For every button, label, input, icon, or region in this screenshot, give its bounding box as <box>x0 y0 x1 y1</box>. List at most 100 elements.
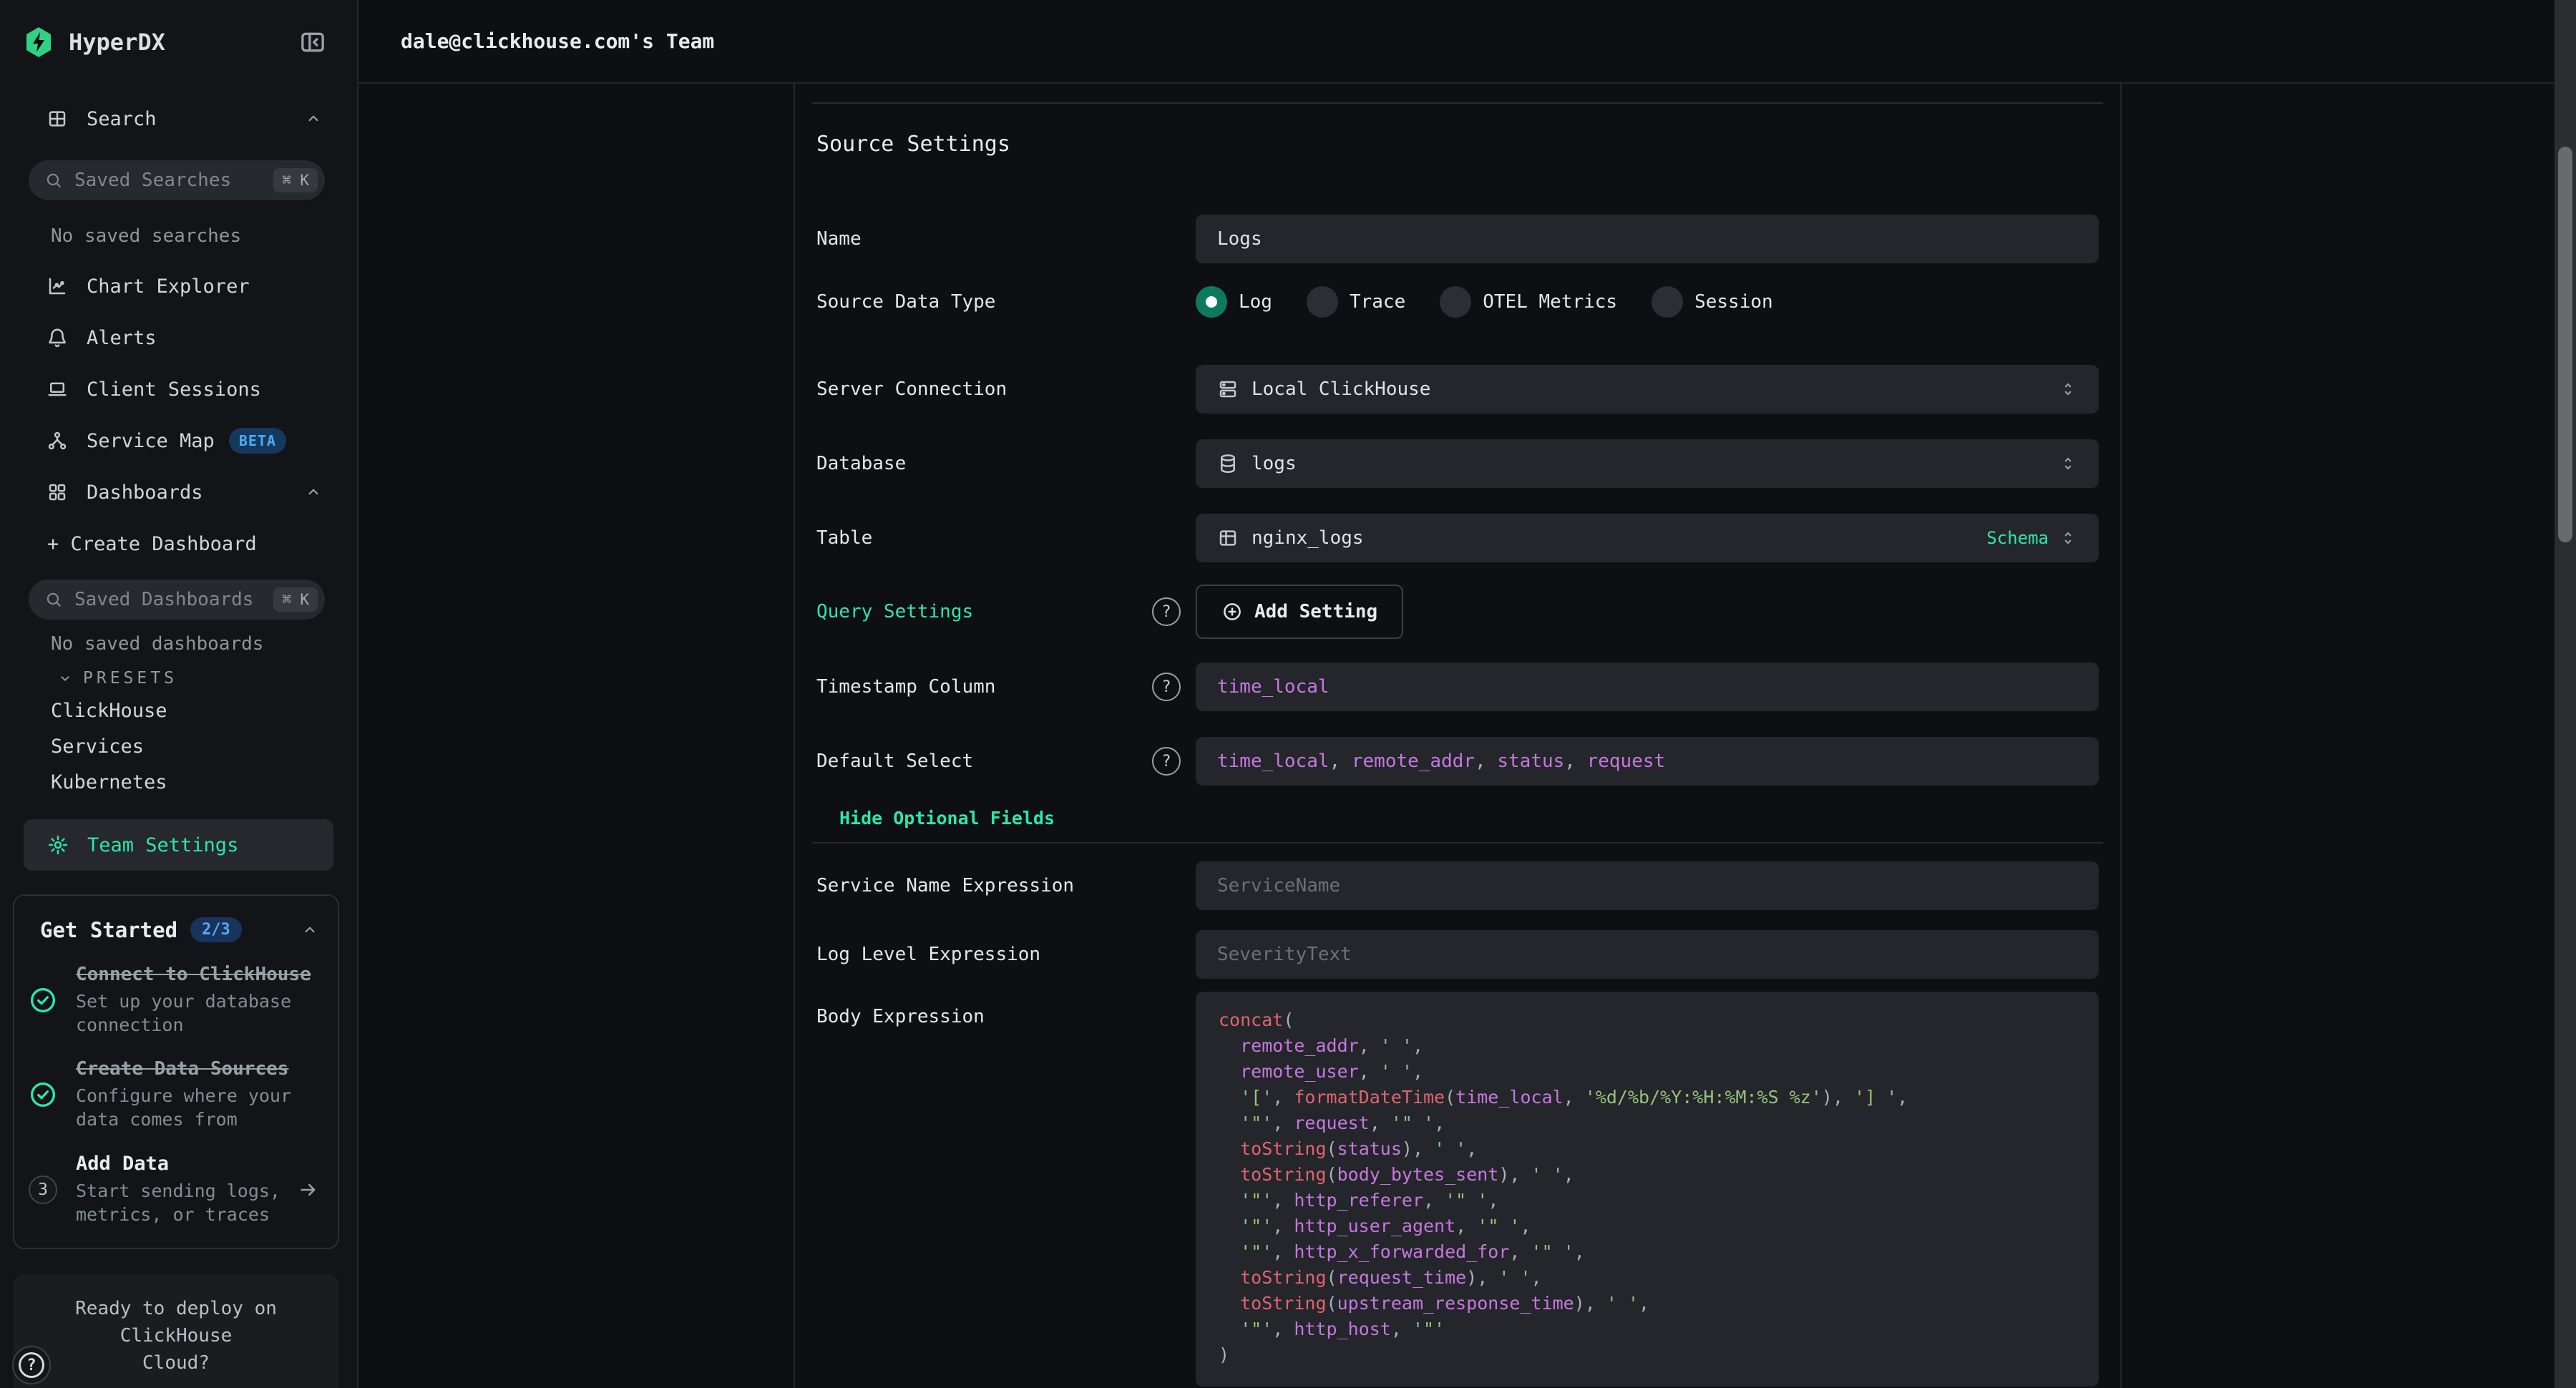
dashboards-icon <box>47 482 68 503</box>
saved-dashboards-shortcut: ⌘ K <box>273 587 318 612</box>
radio-circle[interactable] <box>1307 286 1338 318</box>
sidebar-collapse-icon[interactable] <box>297 28 328 57</box>
sidebar-preset-services[interactable]: Services <box>0 728 357 764</box>
help-icon[interactable]: ? <box>1152 597 1181 626</box>
check-circle-icon <box>29 1080 57 1109</box>
section-title: Source Settings <box>816 130 2099 159</box>
radio-option-log[interactable]: Log <box>1196 286 1272 318</box>
add-setting-button[interactable]: Add Setting <box>1196 585 1403 639</box>
radio-circle[interactable] <box>1652 286 1683 318</box>
radio-option-otel-metrics[interactable]: OTEL Metrics <box>1440 286 1617 318</box>
radio-option-session[interactable]: Session <box>1652 286 1773 318</box>
arrow-right-icon[interactable] <box>298 1179 319 1201</box>
page-header: dale@clickhouse.com's Team <box>358 0 2555 84</box>
default-select-value: time_local, remote_addr, status, request <box>1217 751 1665 772</box>
form-row-log-level: Log Level Expression SeverityText <box>816 930 2099 979</box>
log-level-placeholder: SeverityText <box>1217 944 1352 965</box>
search-icon <box>44 171 63 190</box>
sidebar-preset-clickhouse[interactable]: ClickHouse <box>0 693 357 728</box>
sidebar-item-label: Alerts <box>87 327 157 349</box>
chevrons-up-down-icon <box>2059 454 2077 473</box>
table-icon <box>1217 527 1239 549</box>
sidebar-item-chart-explorer[interactable]: Chart Explorer <box>0 260 357 312</box>
database-icon <box>1217 453 1239 474</box>
scrollbar-track[interactable] <box>2555 0 2576 1388</box>
app-root: HyperDX Search Saved Searches ⌘ K No sav… <box>0 0 2576 1388</box>
sidebar-item-label: Search <box>87 108 157 130</box>
sidebar-item-team-settings[interactable]: Team Settings <box>24 819 333 871</box>
log-level-label: Log Level Expression <box>816 944 1196 965</box>
default-select-input[interactable]: time_local, remote_addr, status, request <box>1196 737 2099 786</box>
check-circle-icon <box>29 986 57 1015</box>
form-row-default-select: Default Select ? time_local, remote_addr… <box>816 737 2099 786</box>
code-line: toString(request_time), ' ', <box>1219 1265 2076 1291</box>
code-line: '[', formatDateTime(time_local, '%d/%b/%… <box>1219 1085 2076 1110</box>
sidebar-item-client-sessions[interactable]: Client Sessions <box>0 363 357 415</box>
timestamp-column-input[interactable]: time_local <box>1196 663 2099 711</box>
get-started-step-add-data[interactable]: 3 Add Data Start sending logs, metrics, … <box>29 1153 319 1226</box>
sidebar-item-alerts[interactable]: Alerts <box>0 312 357 363</box>
get-started-header[interactable]: Get Started 2/3 <box>40 917 319 942</box>
body-expression-label: Body Expression <box>816 992 1196 1027</box>
chevron-up-icon[interactable] <box>304 109 323 128</box>
service-name-placeholder: ServiceName <box>1217 875 1340 896</box>
code-line: toString(upstream_response_time), ' ', <box>1219 1291 2076 1316</box>
schema-link[interactable]: Schema <box>1986 528 2049 548</box>
get-started-title: Get Started <box>40 918 177 942</box>
timestamp-column-label: Timestamp Column ? <box>816 673 1196 701</box>
code-line: ) <box>1219 1342 2076 1368</box>
saved-dashboards-input[interactable]: Saved Dashboards ⌘ K <box>29 580 325 620</box>
step-number-badge: 3 <box>29 1176 57 1204</box>
code-line: toString(body_bytes_sent), ' ', <box>1219 1162 2076 1188</box>
cloud-promo-panel: Ready to deploy on ClickHouse Cloud? Get… <box>13 1275 339 1388</box>
get-started-step-connect[interactable]: Connect to ClickHouse Set up your databa… <box>29 964 319 1037</box>
presets-toggle[interactable]: PRESETS <box>57 664 357 693</box>
chevron-up-icon[interactable] <box>301 921 319 939</box>
saved-dashboards-placeholder: Saved Dashboards <box>74 589 253 610</box>
beta-badge: BETA <box>229 428 286 454</box>
name-input[interactable]: Logs <box>1196 215 2099 263</box>
chevron-up-icon[interactable] <box>304 483 323 502</box>
saved-searches-shortcut: ⌘ K <box>273 168 318 192</box>
server-connection-select[interactable]: Local ClickHouse <box>1196 365 2099 414</box>
service-name-label: Service Name Expression <box>816 875 1196 896</box>
chevrons-up-down-icon <box>2059 380 2077 399</box>
query-settings-label: Query Settings ? <box>816 597 1196 626</box>
sidebar: HyperDX Search Saved Searches ⌘ K No sav… <box>0 0 358 1388</box>
code-line: remote_user, ' ', <box>1219 1059 2076 1085</box>
sidebar-item-service-map[interactable]: Service Map BETA <box>0 415 357 466</box>
no-saved-searches-text: No saved searches <box>51 222 357 250</box>
create-dashboard-button[interactable]: + Create Dashboard <box>0 518 357 570</box>
database-select[interactable]: logs <box>1196 439 2099 488</box>
table-select[interactable]: nginx_logs Schema <box>1196 514 2099 562</box>
radio-circle[interactable] <box>1440 286 1471 318</box>
question-icon: ? <box>19 1352 44 1378</box>
sidebar-item-label: Team Settings <box>87 834 238 856</box>
sidebar-item-dashboards[interactable]: Dashboards <box>0 466 357 518</box>
step-title: Connect to ClickHouse <box>76 964 319 985</box>
sidebar-logo-row: HyperDX <box>0 0 357 84</box>
radio-circle[interactable] <box>1196 286 1227 318</box>
help-icon[interactable]: ? <box>1152 747 1181 776</box>
radio-option-trace[interactable]: Trace <box>1307 286 1405 318</box>
default-select-label: Default Select ? <box>816 747 1196 776</box>
form-row-service-name: Service Name Expression ServiceName <box>816 861 2099 910</box>
sidebar-preset-kubernetes[interactable]: Kubernetes <box>0 764 357 800</box>
saved-searches-input[interactable]: Saved Searches ⌘ K <box>29 160 325 200</box>
team-title: dale@clickhouse.com's Team <box>401 29 714 53</box>
form-row-server-connection: Server Connection Local ClickHouse <box>816 365 2099 414</box>
step-subtitle: Start sending logs, metrics, or traces <box>76 1179 292 1226</box>
hide-optional-fields-link[interactable]: Hide Optional Fields <box>839 805 2099 831</box>
body-expression-editor[interactable]: concat( remote_addr, ' ', remote_user, '… <box>1196 992 2099 1387</box>
service-name-input[interactable]: ServiceName <box>1196 861 2099 910</box>
help-icon[interactable]: ? <box>1152 673 1181 701</box>
form-row-name: Name Logs <box>816 215 2099 263</box>
sidebar-item-search[interactable]: Search <box>0 93 357 145</box>
step-title: Add Data <box>76 1153 292 1175</box>
log-level-input[interactable]: SeverityText <box>1196 930 2099 979</box>
code-line: '"', http_user_agent, '" ', <box>1219 1213 2076 1239</box>
get-started-step-sources[interactable]: Create Data Sources Configure where your… <box>29 1058 319 1131</box>
help-button[interactable]: ? <box>12 1346 51 1384</box>
scrollbar-thumb[interactable] <box>2558 147 2572 542</box>
chart-explorer-icon <box>47 275 68 297</box>
